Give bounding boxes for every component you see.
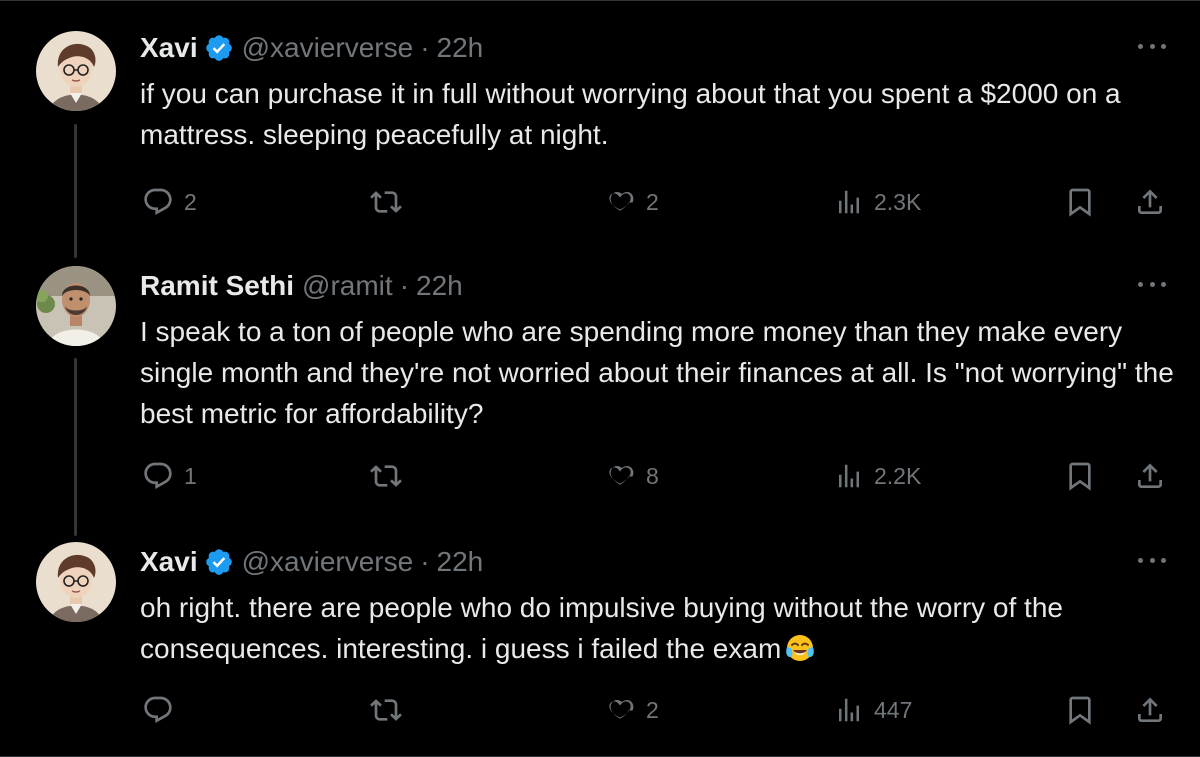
views-count: 2.3K — [874, 188, 922, 215]
verified-badge-icon[interactable] — [204, 547, 234, 577]
share-button[interactable] — [1134, 182, 1166, 222]
bookmark-icon — [1064, 460, 1096, 492]
avatar[interactable] — [36, 266, 116, 346]
like-icon — [604, 186, 636, 218]
share-icon — [1134, 694, 1166, 726]
top-border — [0, 0, 1200, 1]
face-with-tears-of-joy-icon — [785, 633, 815, 663]
handle[interactable]: @xavierverse — [242, 32, 414, 64]
repost-button[interactable] — [370, 182, 412, 222]
action-bar: 2 447 — [0, 690, 1200, 730]
like-count: 8 — [646, 462, 659, 489]
like-icon — [604, 694, 636, 726]
views-icon — [834, 695, 864, 725]
views-icon — [834, 187, 864, 217]
bookmark-icon — [1064, 694, 1096, 726]
views-button[interactable]: 2.3K — [834, 182, 921, 222]
reply-count: 2 — [184, 188, 197, 215]
reply-button[interactable]: 2 — [142, 182, 197, 222]
separator: · — [420, 32, 430, 63]
tweet[interactable]: Xavi @xavierverse · 22h if you can purch… — [0, 28, 1200, 228]
avatar[interactable] — [36, 31, 116, 111]
tweet-text: oh right. there are people who do impuls… — [140, 587, 1180, 669]
reply-button[interactable] — [142, 690, 184, 730]
views-count: 2.2K — [874, 462, 922, 489]
repost-icon — [370, 694, 402, 726]
separator: · — [420, 546, 430, 577]
share-button[interactable] — [1134, 690, 1166, 730]
reply-count: 1 — [184, 462, 197, 489]
reply-icon — [142, 460, 174, 492]
repost-icon — [370, 460, 402, 492]
display-name[interactable]: Xavi — [140, 546, 198, 578]
action-bar: 2 2 2.3K — [0, 182, 1200, 222]
share-button[interactable] — [1134, 456, 1166, 496]
reply-icon — [142, 186, 174, 218]
like-button[interactable]: 8 — [604, 456, 659, 496]
repost-icon — [370, 186, 402, 218]
action-bar: 1 8 2.2K — [0, 456, 1200, 496]
repost-button[interactable] — [370, 456, 412, 496]
more-icon[interactable] — [1138, 36, 1166, 56]
bookmark-icon — [1064, 186, 1096, 218]
more-icon[interactable] — [1138, 274, 1166, 294]
bookmark-button[interactable] — [1064, 182, 1096, 222]
tweet-header: Xavi @xavierverse · 22h — [140, 28, 483, 68]
separator: · — [399, 270, 410, 301]
like-count: 2 — [646, 188, 659, 215]
handle[interactable]: @xavierverse — [242, 546, 414, 578]
like-icon — [604, 460, 636, 492]
tweet-text: I speak to a ton of people who are spend… — [140, 316, 1174, 429]
tweet-text-content: oh right. there are people who do impuls… — [140, 592, 1063, 664]
reply-button[interactable]: 1 — [142, 456, 197, 496]
like-button[interactable]: 2 — [604, 690, 659, 730]
timestamp[interactable]: 22h — [416, 270, 463, 302]
views-button[interactable]: 447 — [834, 690, 912, 730]
tweet-header: Ramit Sethi @ramit · 22h — [140, 266, 463, 306]
views-icon — [834, 461, 864, 491]
bookmark-button[interactable] — [1064, 690, 1096, 730]
tweet-header: Xavi @xavierverse · 22h — [140, 542, 483, 582]
timestamp[interactable]: 22h — [437, 546, 484, 578]
share-icon — [1134, 460, 1166, 492]
like-button[interactable]: 2 — [604, 182, 659, 222]
views-count: 447 — [874, 696, 913, 723]
share-icon — [1134, 186, 1166, 218]
more-icon[interactable] — [1138, 550, 1166, 570]
tweet[interactable]: Xavi @xavierverse · 22h oh right. there … — [0, 542, 1200, 742]
avatar[interactable] — [36, 542, 116, 622]
display-name[interactable]: Xavi — [140, 32, 198, 64]
verified-badge-icon[interactable] — [204, 33, 234, 63]
like-count: 2 — [646, 696, 659, 723]
display-name[interactable]: Ramit Sethi — [140, 270, 294, 302]
timestamp[interactable]: 22h — [437, 32, 484, 64]
repost-button[interactable] — [370, 690, 412, 730]
bookmark-button[interactable] — [1064, 456, 1096, 496]
handle[interactable]: @ramit — [302, 270, 393, 302]
tweet-text: if you can purchase it in full without w… — [140, 78, 1121, 150]
tweet[interactable]: Ramit Sethi @ramit · 22h I speak to a to… — [0, 266, 1200, 506]
views-button[interactable]: 2.2K — [834, 456, 921, 496]
reply-icon — [142, 694, 174, 726]
